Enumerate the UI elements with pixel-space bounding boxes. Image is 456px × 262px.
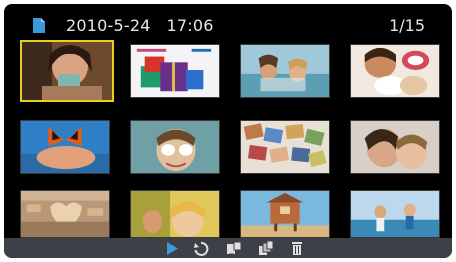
photo-8-image: [351, 121, 439, 173]
photo-2-image: [131, 45, 219, 97]
play-icon[interactable]: [164, 241, 180, 256]
thumbnail-photo-6[interactable]: [130, 120, 220, 174]
photo-3-image: [241, 45, 329, 97]
photo-browser-screen: 2010-5-24 17:06 1/15: [4, 4, 452, 258]
photo-7-image: [241, 121, 329, 173]
photo-5-image: [21, 121, 109, 173]
thumbnail-photo-8[interactable]: [350, 120, 440, 174]
photo-1-image: [22, 42, 112, 100]
thumbnail-photo-3[interactable]: [240, 44, 330, 98]
thumbnail-photo-4[interactable]: [350, 44, 440, 98]
multi-photo-icon[interactable]: [258, 241, 274, 256]
file-icon: [33, 18, 45, 33]
header-bar: 2010-5-24 17:06 1/15: [4, 4, 452, 40]
date-label: 2010-5-24: [66, 16, 151, 35]
thumbnail-photo-5[interactable]: [20, 120, 110, 174]
photo-4-image: [351, 45, 439, 97]
photo-6-image: [131, 121, 219, 173]
thumbnail-photo-11[interactable]: [240, 190, 330, 238]
photo-10-image: [131, 191, 219, 237]
rotate-icon[interactable]: [193, 241, 209, 256]
thumbnail-photo-1[interactable]: [20, 40, 114, 102]
date-time: 2010-5-24 17:06: [66, 16, 214, 35]
time-label: 17:06: [166, 16, 214, 35]
bottom-toolbar: [4, 238, 452, 258]
thumbnail-photo-9[interactable]: [20, 190, 110, 238]
photo-counter: 1/15: [389, 16, 425, 35]
photo-12-image: [351, 191, 439, 237]
copy-icon[interactable]: [226, 241, 242, 256]
trash-icon[interactable]: [289, 241, 305, 256]
thumbnail-photo-10[interactable]: [130, 190, 220, 238]
photo-9-image: [21, 191, 109, 237]
photo-11-image: [241, 191, 329, 237]
thumbnail-photo-7[interactable]: [240, 120, 330, 174]
thumbnail-photo-2[interactable]: [130, 44, 220, 98]
thumbnail-photo-12[interactable]: [350, 190, 440, 238]
